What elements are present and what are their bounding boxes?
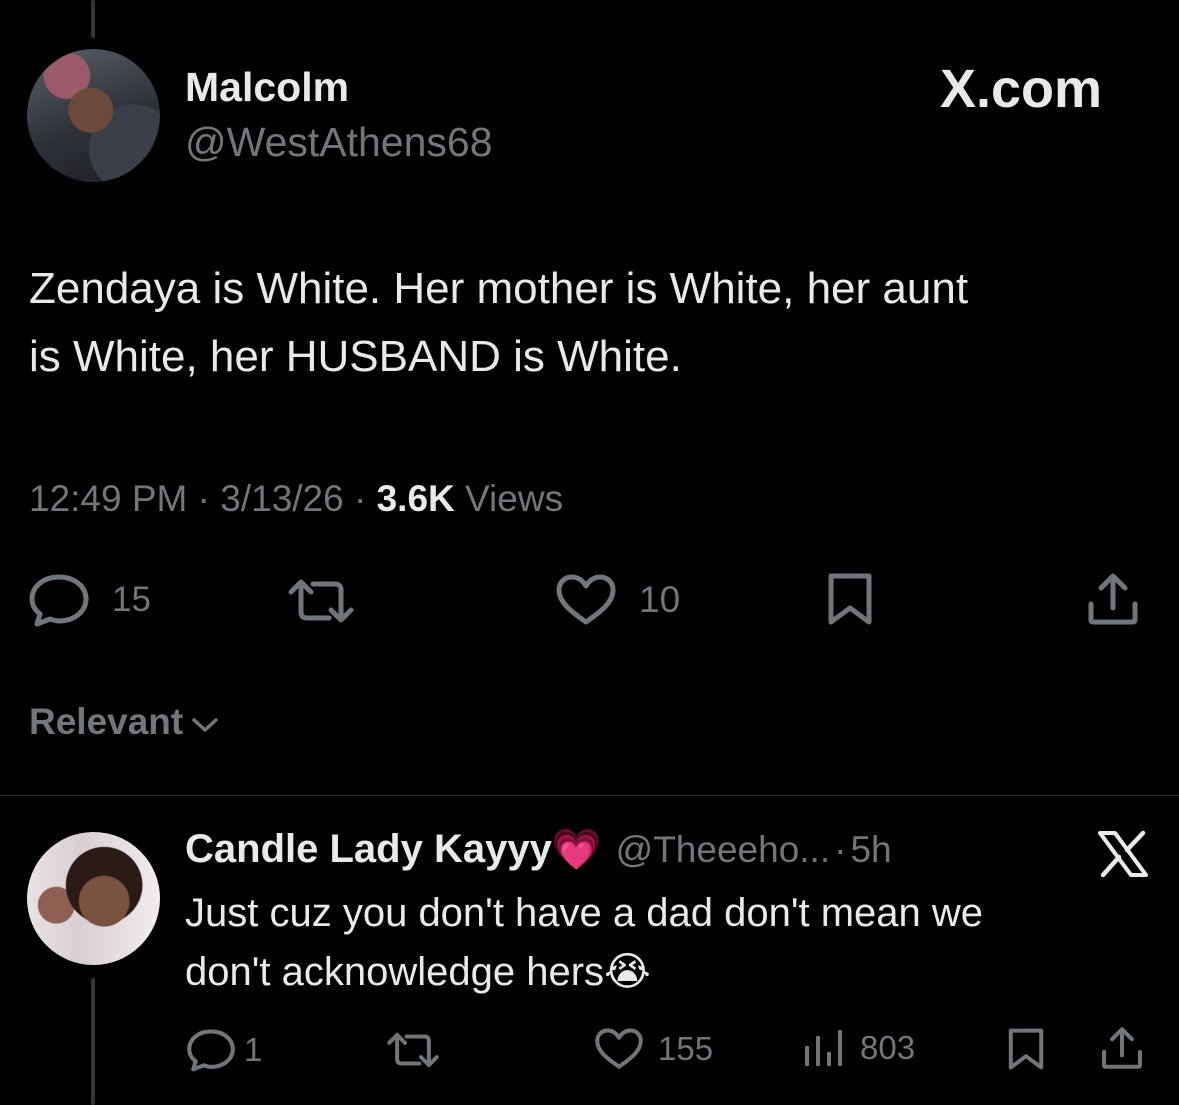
avatar[interactable] [27, 49, 160, 182]
tweet-text: Zendaya is White. Her mother is White, h… [29, 255, 1149, 391]
brand-watermark: X.com [940, 59, 1103, 119]
share-icon [1086, 572, 1140, 626]
reply-button[interactable]: 15 [28, 573, 151, 627]
reply-text-line-2: don't acknowledge hers😭 [185, 943, 1145, 1002]
reply-text: Just cuz you don't have a dad don't mean… [185, 884, 1145, 1002]
tweet-text-line: is White, her HUSBAND is White. [29, 332, 682, 381]
author-handle[interactable]: @WestAthens68 [185, 119, 493, 166]
author-name[interactable]: Malcolm [185, 64, 349, 111]
bookmark-icon [1006, 1027, 1046, 1071]
reply-views-button[interactable]: 803 [802, 1028, 915, 1068]
bar-chart-icon [802, 1028, 846, 1068]
heart-icon [594, 1028, 644, 1070]
reply-avatar[interactable] [27, 832, 160, 965]
reply-author-name[interactable]: Candle Lady Kayyy [185, 827, 552, 872]
reply-icon [28, 573, 90, 627]
share-icon [1100, 1026, 1144, 1070]
bookmark-icon [825, 572, 875, 626]
retweet-icon [287, 578, 355, 624]
separator: · [197, 478, 210, 519]
views-count: 3.6K [376, 478, 455, 519]
retweet-icon [386, 1031, 440, 1069]
reply-header: Candle Lady Kayyy 💗 @Theeeho... · 5h [185, 826, 892, 873]
reply-time[interactable]: 5h [850, 829, 891, 871]
tweet-metadata: 12:49 PM · 3/13/26 · 3.6K Views [29, 478, 563, 520]
separator: · [354, 478, 367, 519]
divider [0, 795, 1179, 796]
reply-count: 15 [112, 580, 151, 619]
bookmark-button[interactable] [825, 572, 875, 626]
reply-text-line: Just cuz you don't have a dad don't mean… [185, 891, 984, 935]
reply-view-count: 803 [860, 1029, 916, 1066]
x-logo-icon[interactable] [1097, 830, 1149, 883]
sort-dropdown[interactable]: Relevant [29, 701, 219, 743]
like-count: 10 [639, 579, 681, 620]
separator: · [834, 828, 847, 870]
reply-icon [186, 1028, 236, 1072]
heart-icon [555, 574, 617, 626]
thread-line-bottom [91, 978, 95, 1105]
share-button[interactable] [1086, 572, 1140, 626]
reply-author-handle[interactable]: @Theeeho... [616, 829, 830, 871]
views-label: Views [465, 478, 564, 519]
reply-like-count: 155 [658, 1030, 714, 1067]
sort-label: Relevant [29, 701, 184, 742]
reply-reply-button[interactable]: 1 [186, 1028, 262, 1072]
reply-bookmark-button[interactable] [1006, 1027, 1046, 1071]
chevron-down-icon [191, 701, 219, 743]
thread-line-top [91, 0, 95, 38]
reply-reply-count: 1 [244, 1031, 263, 1068]
reply-text-line: don't acknowledge hers [185, 950, 605, 994]
like-button[interactable]: 10 [555, 574, 680, 626]
tweet-date[interactable]: 3/13/26 [220, 478, 343, 519]
reply-share-button[interactable] [1100, 1026, 1144, 1070]
tweet-text-line: Zendaya is White. Her mother is White, h… [29, 264, 969, 313]
tweet-time[interactable]: 12:49 PM [29, 478, 187, 519]
crying-emoji: 😭 [604, 950, 651, 994]
heart-emoji: 💗 [551, 828, 602, 872]
retweet-button[interactable] [287, 578, 355, 624]
reply-retweet-button[interactable] [386, 1031, 440, 1069]
reply-like-button[interactable]: 155 [594, 1028, 713, 1070]
